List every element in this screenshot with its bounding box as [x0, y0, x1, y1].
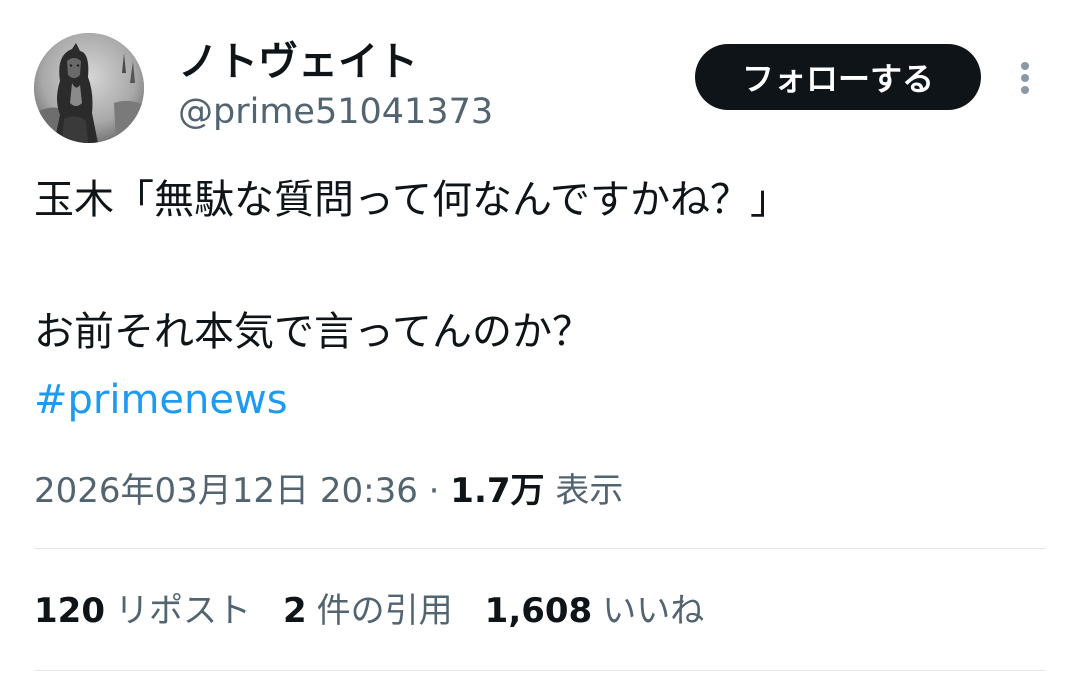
divider — [34, 670, 1046, 671]
quotes-count: 2 — [282, 591, 307, 631]
reposts-stat[interactable]: 120 リポスト — [34, 586, 251, 636]
reposts-label: リポスト — [114, 591, 251, 631]
quotes-label: 件の引用 — [316, 591, 453, 631]
display-name[interactable]: ノトヴェイト — [178, 36, 418, 88]
tweet-text-line: お前それ本気で言ってんのか？ — [34, 309, 592, 355]
avatar-image — [34, 33, 144, 143]
reposts-count: 120 — [34, 591, 105, 631]
follow-button[interactable]: フォローする — [695, 44, 981, 110]
quotes-stat[interactable]: 2 件の引用 — [283, 586, 453, 636]
tweet-detail: ノトヴェイト @prime51041373 フォローする 玉木「無駄な質問って何… — [0, 0, 1080, 692]
user-handle[interactable]: @prime51041373 — [178, 88, 493, 136]
more-vertical-icon[interactable] — [1010, 58, 1040, 98]
divider — [34, 548, 1046, 549]
tweet-text-line: 玉木「無駄な質問って何なんですかね？」 — [34, 177, 790, 223]
views-label: 表示 — [555, 471, 624, 511]
likes-stat[interactable]: 1,608 いいね — [485, 586, 705, 636]
likes-count: 1,608 — [484, 591, 593, 631]
meta-separator: · — [428, 471, 440, 511]
hashtag-link[interactable]: #primenews — [34, 372, 288, 428]
tweet-meta: 2026年03月12日 20:36 · 1.7万 表示 — [34, 466, 623, 516]
views-count: 1.7万 — [450, 471, 545, 511]
engagement-stats: 120 リポスト 2 件の引用 1,608 いいね — [34, 586, 704, 636]
likes-label: いいね — [602, 591, 705, 631]
timestamp[interactable]: 2026年03月12日 20:36 — [34, 471, 418, 511]
avatar[interactable] — [34, 33, 144, 143]
